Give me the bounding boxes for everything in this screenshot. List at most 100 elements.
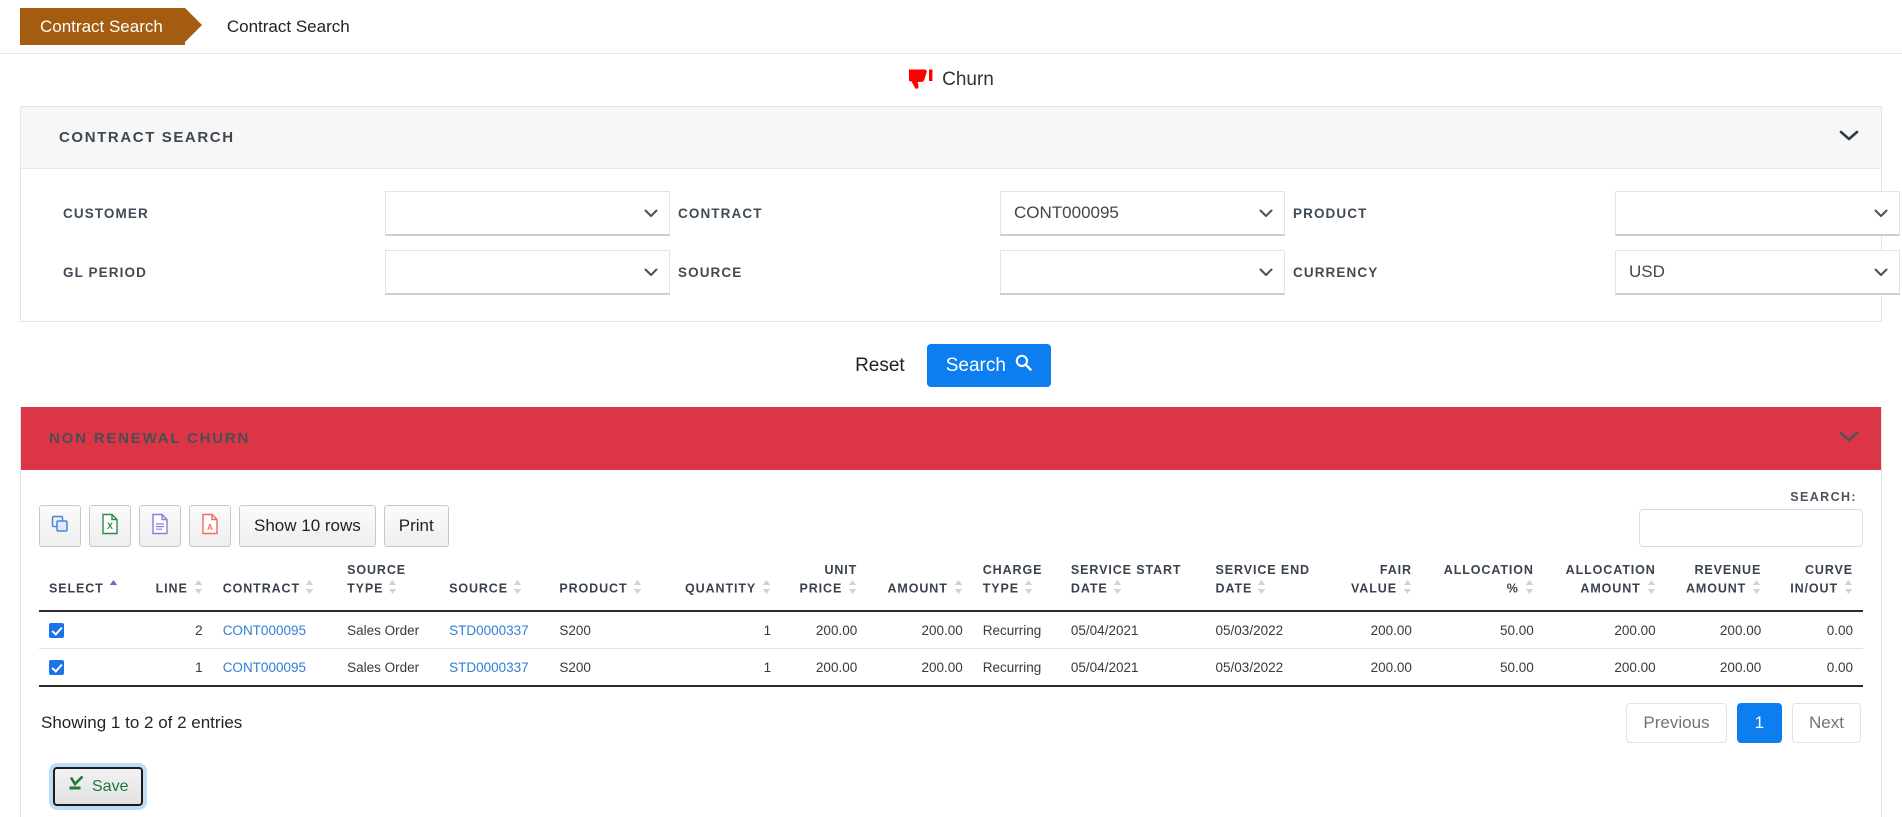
cell-service-end-date: 05/03/2022 bbox=[1205, 611, 1333, 650]
next-page-button[interactable]: Next bbox=[1792, 703, 1861, 744]
row-checkbox[interactable] bbox=[49, 660, 64, 676]
source-link[interactable]: STD0000337 bbox=[449, 660, 529, 675]
cell-service-start-date: 05/04/2021 bbox=[1060, 648, 1206, 688]
pdf-button[interactable]: A bbox=[189, 505, 231, 547]
page-1-button[interactable]: 1 bbox=[1736, 703, 1783, 744]
col-line[interactable]: LINE bbox=[138, 557, 213, 613]
col-charge-type[interactable]: CHARGE TYPE bbox=[972, 557, 1061, 613]
col-service-start-date[interactable]: SERVICE START DATE bbox=[1060, 557, 1206, 613]
cell-select[interactable] bbox=[39, 611, 139, 650]
svg-text:X: X bbox=[107, 521, 113, 531]
chevron-down-icon bbox=[1259, 262, 1273, 282]
col-revenue-amount[interactable]: REVENUE AMOUNT bbox=[1665, 557, 1772, 613]
excel-icon: X bbox=[100, 513, 120, 540]
contract-link[interactable]: CONT000095 bbox=[223, 660, 306, 675]
gl-period-select[interactable] bbox=[385, 250, 670, 295]
col-allocation-amount-label: ALLOCATION AMOUNT bbox=[1565, 563, 1656, 596]
cell-quantity: 1 bbox=[663, 611, 782, 650]
source-link[interactable]: STD0000337 bbox=[449, 623, 529, 638]
customer-select[interactable] bbox=[385, 191, 670, 236]
col-select[interactable]: SELECT bbox=[39, 557, 139, 613]
cell-allocation-amount: 200.00 bbox=[1543, 611, 1666, 650]
chevron-down-icon[interactable] bbox=[1839, 129, 1859, 147]
currency-label: CURRENCY bbox=[1293, 265, 1379, 280]
copy-button[interactable] bbox=[39, 505, 81, 547]
gl-period-label: GL PERIOD bbox=[63, 265, 147, 280]
cell-allocation-pct: 50.00 bbox=[1421, 648, 1544, 688]
entries-info: Showing 1 to 2 of 2 entries bbox=[41, 713, 243, 733]
currency-select[interactable]: USD bbox=[1615, 250, 1900, 295]
sort-icon bbox=[1751, 579, 1761, 600]
show-rows-button[interactable]: Show 10 rows bbox=[239, 505, 376, 547]
source-select[interactable] bbox=[1000, 250, 1285, 295]
chevron-down-icon[interactable] bbox=[1839, 430, 1859, 448]
cell-select[interactable] bbox=[39, 648, 139, 688]
sort-icon bbox=[513, 579, 523, 600]
csv-button[interactable] bbox=[139, 505, 181, 547]
previous-page-button[interactable]: Previous bbox=[1626, 703, 1727, 744]
cell-fair-value: 200.00 bbox=[1332, 611, 1422, 650]
col-contract-label: CONTRACT bbox=[222, 581, 301, 596]
col-service-end-date[interactable]: SERVICE END DATE bbox=[1205, 557, 1333, 613]
col-product[interactable]: PRODUCT bbox=[549, 557, 664, 613]
search-button-label: Search bbox=[945, 354, 1006, 376]
col-product-label: PRODUCT bbox=[559, 581, 628, 596]
col-fair-value[interactable]: FAIR VALUE bbox=[1332, 557, 1422, 613]
col-unit-price[interactable]: UNIT PRICE bbox=[781, 557, 868, 613]
col-source[interactable]: SOURCE bbox=[439, 557, 550, 613]
cell-source: STD0000337 bbox=[439, 611, 550, 650]
col-source-type[interactable]: SOURCE TYPE bbox=[337, 557, 440, 613]
page-title: Contract Search bbox=[226, 16, 350, 36]
contract-search-panel-title: CONTRACT SEARCH bbox=[59, 129, 235, 146]
contract-search-panel-header[interactable]: CONTRACT SEARCH bbox=[21, 107, 1881, 169]
cell-allocation-amount: 200.00 bbox=[1543, 648, 1666, 688]
cell-charge-type: Recurring bbox=[972, 648, 1061, 688]
cell-line: 2 bbox=[138, 611, 213, 650]
cell-unit-price: 200.00 bbox=[781, 648, 868, 688]
cell-product: S200 bbox=[549, 611, 664, 650]
non-renewal-churn-body: X A Show 10 rows Print SEARCH: SELECT LI… bbox=[21, 470, 1881, 817]
search-button[interactable]: Search bbox=[926, 344, 1051, 387]
customer-label: CUSTOMER bbox=[63, 206, 149, 221]
table-header-row: SELECT LINE CONTRACT SOURCE TYPE SOURCE … bbox=[39, 557, 1863, 613]
source-label: SOURCE bbox=[678, 265, 743, 280]
contract-link[interactable]: CONT000095 bbox=[223, 623, 306, 638]
save-button-label: Save bbox=[92, 777, 129, 795]
reset-button[interactable]: Reset bbox=[851, 349, 909, 383]
contract-select[interactable]: CONT000095 bbox=[1000, 191, 1285, 236]
sort-icon bbox=[953, 579, 963, 600]
breadcrumb-tab-contract-search[interactable]: Contract Search bbox=[20, 8, 202, 45]
non-renewal-churn-panel: NON RENEWAL CHURN X A Show 10 rows Print… bbox=[20, 407, 1882, 817]
churn-label: Churn bbox=[942, 69, 994, 90]
breadcrumb: Contract Search Contract Search bbox=[0, 0, 1902, 54]
cell-line: 1 bbox=[138, 648, 213, 688]
sort-icon bbox=[193, 579, 203, 600]
churn-table: SELECT LINE CONTRACT SOURCE TYPE SOURCE … bbox=[39, 557, 1863, 688]
cell-contract: CONT000095 bbox=[212, 611, 338, 650]
col-quantity[interactable]: QUANTITY bbox=[663, 557, 782, 613]
sort-icon bbox=[1402, 579, 1412, 600]
excel-button[interactable]: X bbox=[89, 505, 131, 547]
col-amount[interactable]: AMOUNT bbox=[867, 557, 973, 613]
app-page: Contract Search Contract Search Churn CO… bbox=[0, 0, 1902, 817]
cell-fair-value: 200.00 bbox=[1332, 648, 1422, 688]
sort-icon bbox=[1843, 579, 1853, 600]
non-renewal-churn-header[interactable]: NON RENEWAL CHURN bbox=[21, 407, 1881, 470]
cell-charge-type: Recurring bbox=[972, 611, 1061, 650]
save-button[interactable]: Save bbox=[53, 767, 144, 807]
cell-allocation-pct: 50.00 bbox=[1421, 611, 1544, 650]
col-curve-in-out[interactable]: CURVE IN/OUT bbox=[1771, 557, 1863, 613]
product-select[interactable] bbox=[1615, 191, 1900, 236]
table-header: SELECT LINE CONTRACT SOURCE TYPE SOURCE … bbox=[39, 557, 1863, 613]
cell-contract: CONT000095 bbox=[212, 648, 338, 688]
sort-icon bbox=[1257, 579, 1267, 600]
table-search-input[interactable] bbox=[1639, 509, 1863, 547]
print-button[interactable]: Print bbox=[383, 505, 449, 547]
col-allocation-pct[interactable]: ALLOCATION % bbox=[1421, 557, 1544, 613]
col-allocation-amount[interactable]: ALLOCATION AMOUNT bbox=[1543, 557, 1666, 613]
row-checkbox[interactable] bbox=[49, 623, 64, 639]
sort-icon bbox=[1646, 579, 1656, 600]
col-contract[interactable]: CONTRACT bbox=[212, 557, 338, 613]
col-service-start-date-label: SERVICE START DATE bbox=[1070, 563, 1182, 596]
cell-unit-price: 200.00 bbox=[781, 611, 868, 650]
